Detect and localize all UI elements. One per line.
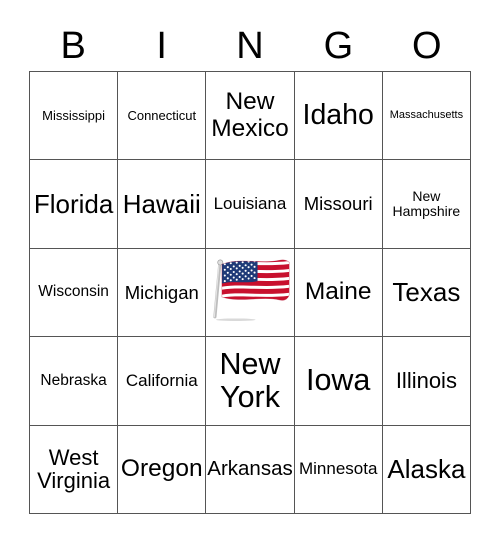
header-letter-n: N xyxy=(236,24,264,67)
bingo-cell[interactable]: Oregon xyxy=(118,425,207,514)
bingo-cell[interactable]: Minnesota xyxy=(294,425,383,514)
bingo-cell-label: California xyxy=(125,370,198,390)
bingo-cell[interactable]: New Mexico xyxy=(206,72,295,161)
bingo-card: B I N G O Mississippi Connecticut New Mexi… xyxy=(0,0,500,544)
bingo-free-space-cell[interactable] xyxy=(206,248,295,338)
bingo-cell-label: Michigan xyxy=(124,281,199,303)
bingo-cell-label: Louisiana xyxy=(213,193,287,213)
bingo-cell[interactable]: Hawaii xyxy=(118,160,207,249)
bingo-cell-label: Mississippi xyxy=(42,107,106,123)
bingo-cell[interactable]: Illinois xyxy=(382,337,471,426)
bingo-grid: Mississippi Connecticut New Mexico Idaho Mas… xyxy=(29,71,471,514)
bingo-cell-label: Connecticut xyxy=(127,107,197,123)
header-letter-i: I xyxy=(156,24,167,67)
bingo-cell-label: Illinois xyxy=(395,368,457,394)
bingo-cell[interactable]: Connecticut xyxy=(118,72,207,161)
bingo-cell-label: Massachusetts xyxy=(389,108,464,121)
bingo-cell-label: Wisconsin xyxy=(38,283,109,301)
bingo-cell-label: Oregon xyxy=(120,455,203,483)
bingo-cell-label: Maine xyxy=(304,278,372,306)
bingo-cell-label: Hawaii xyxy=(122,189,201,220)
bingo-cell-label: Idaho xyxy=(302,99,374,132)
bingo-cell-label: New York xyxy=(219,346,281,414)
bingo-cell[interactable]: Mississippi xyxy=(30,72,119,161)
header-letter-b: B xyxy=(60,24,86,67)
bingo-cell-label: Iowa xyxy=(305,363,371,398)
bingo-cell[interactable]: New Hampshire xyxy=(382,160,471,249)
bingo-cell-label: West Virginia xyxy=(37,444,111,494)
bingo-cell-label: Nebraska xyxy=(40,371,107,389)
bingo-cell-label: New Mexico xyxy=(211,88,289,142)
bingo-cell[interactable]: Maine xyxy=(294,248,383,338)
bingo-cell[interactable]: California xyxy=(118,337,207,426)
header-letter-g: G xyxy=(323,24,354,67)
us-flag-icon xyxy=(206,255,293,329)
bingo-cell[interactable]: Iowa xyxy=(294,337,383,426)
bingo-header: B I N G O xyxy=(29,20,471,71)
bingo-cell-label: Minnesota xyxy=(298,459,378,479)
bingo-cell[interactable]: Louisiana xyxy=(206,160,295,249)
bingo-cell[interactable]: Wisconsin xyxy=(30,248,119,338)
bingo-cell[interactable]: Alaska xyxy=(382,425,471,514)
bingo-cell-label: Texas xyxy=(392,277,461,308)
bingo-cell-label: Alaska xyxy=(387,454,466,485)
bingo-cell[interactable]: Arkansas xyxy=(206,425,295,514)
bingo-cell-label: New Hampshire xyxy=(392,187,461,220)
bingo-cell-label: Arkansas xyxy=(207,457,293,481)
bingo-cell[interactable]: Florida xyxy=(30,160,119,249)
bingo-cell[interactable]: Idaho xyxy=(294,72,383,161)
header-letter-o: O xyxy=(412,24,442,67)
bingo-cell[interactable]: Michigan xyxy=(118,248,207,338)
bingo-cell[interactable]: New York xyxy=(206,337,295,426)
bingo-cell[interactable]: West Virginia xyxy=(30,425,119,514)
bingo-cell[interactable]: Missouri xyxy=(294,160,383,249)
bingo-cell-label: Florida xyxy=(33,189,114,220)
bingo-cell[interactable]: Nebraska xyxy=(30,337,119,426)
bingo-cell[interactable]: Texas xyxy=(382,248,471,338)
bingo-cell[interactable]: Massachusetts xyxy=(382,72,471,161)
bingo-cell-label: Missouri xyxy=(303,193,373,215)
